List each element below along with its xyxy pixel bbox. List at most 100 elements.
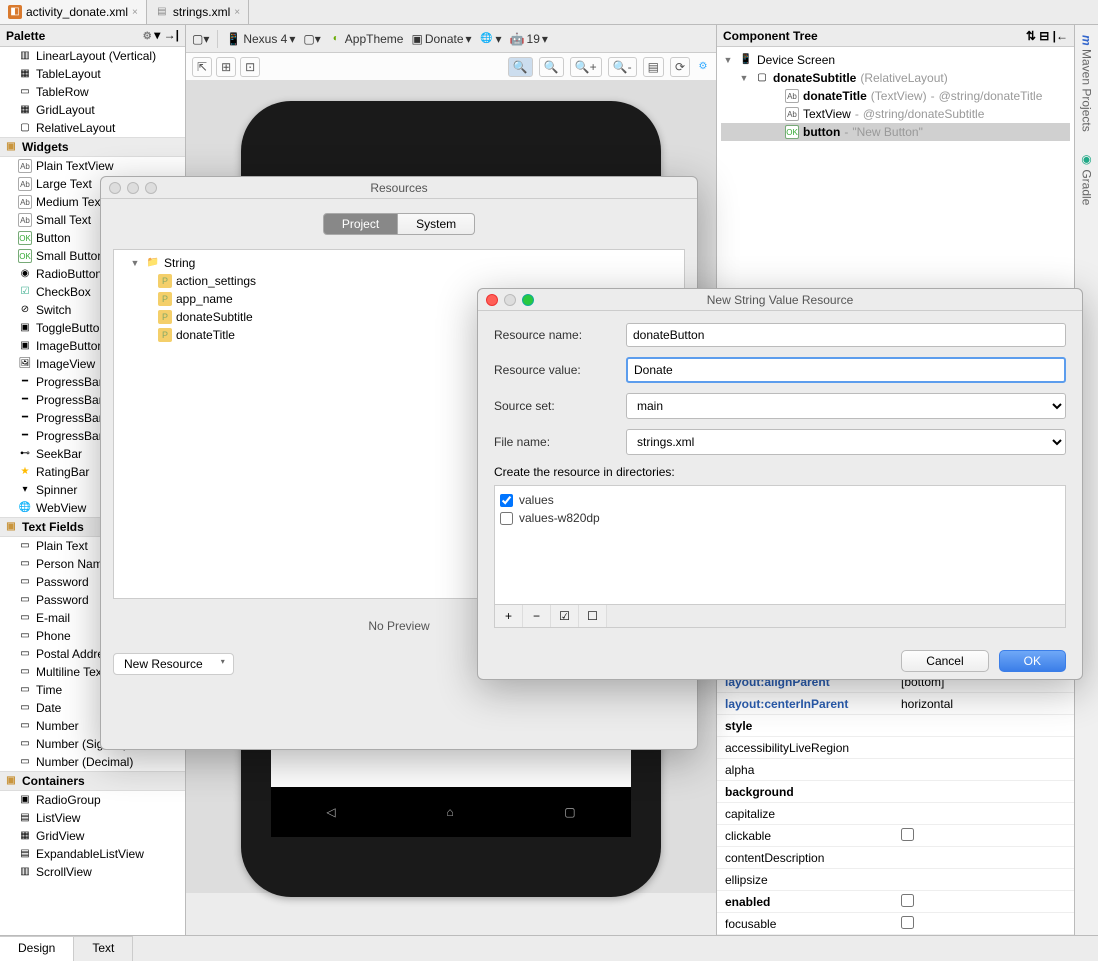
props-row[interactable]: layout:centerInParenthorizontal bbox=[717, 693, 1074, 715]
props-row[interactable]: alpha bbox=[717, 759, 1074, 781]
design-tab[interactable]: Design bbox=[0, 936, 74, 961]
remove-dir-button[interactable]: − bbox=[523, 605, 551, 627]
tool-btn[interactable]: ⇱ bbox=[192, 57, 212, 77]
resource-value-input[interactable] bbox=[626, 357, 1066, 383]
refresh-icon[interactable]: ⟳ bbox=[670, 57, 690, 77]
props-row[interactable]: accessibilityLiveRegion bbox=[717, 737, 1074, 759]
property-icon: P bbox=[158, 274, 172, 288]
palette-item[interactable]: ▥LinearLayout (Vertical) bbox=[0, 47, 185, 65]
palette-section-containers[interactable]: ▣Containers bbox=[0, 771, 185, 791]
values-w820dp-checkbox[interactable] bbox=[500, 512, 513, 525]
palette-item[interactable]: ▤ListView bbox=[0, 809, 185, 827]
palette-menu[interactable]: ⚙▾ →| bbox=[140, 28, 179, 44]
config-selector[interactable]: ▣Donate▾ bbox=[411, 32, 471, 46]
dialog-titlebar[interactable]: New String Value Resource bbox=[478, 289, 1082, 311]
input-icon: ▭ bbox=[18, 701, 32, 715]
ct-row[interactable]: AbdonateTitle (TextView) - @string/donat… bbox=[721, 87, 1070, 105]
palette-item[interactable]: ▭TableRow bbox=[0, 83, 185, 101]
ok-button[interactable]: OK bbox=[999, 650, 1066, 672]
input-icon: ▭ bbox=[18, 647, 32, 661]
locale-selector[interactable]: 🌐▾ bbox=[480, 32, 502, 46]
values-checkbox[interactable] bbox=[500, 494, 513, 507]
new-resource-dropdown[interactable]: New Resource bbox=[113, 653, 234, 675]
dialog-footer: Cancel OK bbox=[478, 640, 1082, 682]
tab-activity-donate[interactable]: ◧ activity_donate.xml × bbox=[0, 0, 147, 24]
input-icon: ▭ bbox=[18, 557, 32, 571]
theme-selector[interactable]: ◐AppTheme bbox=[329, 32, 404, 46]
progress-icon: ━ bbox=[18, 393, 32, 407]
palette-item[interactable]: ▦GridLayout bbox=[0, 101, 185, 119]
close-icon[interactable]: × bbox=[234, 7, 240, 18]
tool-btn[interactable]: ⊞ bbox=[216, 57, 236, 77]
tab-label: strings.xml bbox=[173, 5, 230, 19]
toggle-icon: ▣ bbox=[18, 321, 32, 335]
palette-item[interactable]: ▦GridView bbox=[0, 827, 185, 845]
tab-system[interactable]: System bbox=[398, 213, 475, 235]
clickable-checkbox[interactable] bbox=[901, 828, 914, 841]
props-row[interactable]: capitalize bbox=[717, 803, 1074, 825]
input-icon: ▭ bbox=[18, 611, 32, 625]
resource-name-input[interactable] bbox=[626, 323, 1066, 347]
api-selector[interactable]: 🤖19▾ bbox=[510, 32, 548, 46]
enabled-checkbox[interactable] bbox=[901, 894, 914, 907]
props-row[interactable]: enabled bbox=[717, 891, 1074, 913]
select-all-button[interactable]: ☑ bbox=[551, 605, 579, 627]
properties-table[interactable]: layout:alignParent[bottom] layout:center… bbox=[717, 670, 1074, 935]
designer-subtoolbar: ⇱ ⊞ ⊡ 🔍 🔍 🔍+ 🔍- ▤ ⟳ ⚙ bbox=[186, 53, 716, 81]
file-name-select[interactable]: strings.xml bbox=[626, 429, 1066, 455]
palette-item[interactable]: AbPlain TextView bbox=[0, 157, 185, 175]
close-icon[interactable]: × bbox=[132, 7, 138, 18]
zoom-out-icon[interactable]: 🔍- bbox=[608, 57, 637, 77]
focusable-checkbox[interactable] bbox=[901, 916, 914, 929]
chevron-down-icon: ▼ bbox=[721, 53, 735, 67]
progress-icon: ━ bbox=[18, 429, 32, 443]
container-icon: ▦ bbox=[18, 829, 32, 843]
home-icon: ⌂ bbox=[446, 805, 453, 819]
zoom-fit-icon[interactable]: 🔍 bbox=[508, 57, 533, 77]
ct-row[interactable]: AbTextView - @string/donateSubtitle bbox=[721, 105, 1070, 123]
palette-item[interactable]: ▭Number (Decimal) bbox=[0, 753, 185, 771]
input-icon: ▭ bbox=[18, 539, 32, 553]
tab-strings[interactable]: ▤ strings.xml × bbox=[147, 0, 249, 24]
device-selector[interactable]: 📱 Nexus 4▾ bbox=[226, 32, 295, 46]
folder-icon: ▣ bbox=[4, 140, 18, 154]
component-tree[interactable]: ▼📱Device Screen ▼▢donateSubtitle (Relati… bbox=[717, 47, 1074, 145]
palette-section-widgets[interactable]: ▣Widgets bbox=[0, 137, 185, 157]
orientation-selector[interactable]: ▢▾ bbox=[303, 32, 320, 46]
ct-row[interactable]: ▼▢donateSubtitle (RelativeLayout) bbox=[721, 69, 1070, 87]
props-row[interactable]: clickable bbox=[717, 825, 1074, 847]
toolbar-dropdown[interactable]: ▢▾ bbox=[192, 32, 209, 46]
palette-item[interactable]: ▢RelativeLayout bbox=[0, 119, 185, 137]
zoom-in-icon[interactable]: 🔍+ bbox=[570, 57, 602, 77]
tab-project[interactable]: Project bbox=[323, 213, 398, 235]
capture-icon[interactable]: ▤ bbox=[643, 57, 664, 77]
props-row[interactable]: ellipsize bbox=[717, 869, 1074, 891]
directories-list[interactable]: values values-w820dp bbox=[494, 485, 1066, 605]
props-row[interactable]: focusable bbox=[717, 913, 1074, 935]
ct-row-selected[interactable]: OKbutton - "New Button" bbox=[721, 123, 1070, 141]
ct-tools[interactable]: ⇅ ⊟ |← bbox=[1026, 29, 1068, 43]
source-set-select[interactable]: main bbox=[626, 393, 1066, 419]
gear-icon[interactable]: ⚙ bbox=[696, 60, 710, 74]
gradle-toolwindow[interactable]: ◉ Gradle bbox=[1080, 152, 1094, 205]
palette-item[interactable]: ▣RadioGroup bbox=[0, 791, 185, 809]
ct-row[interactable]: ▼📱Device Screen bbox=[721, 51, 1070, 69]
text-tab[interactable]: Text bbox=[74, 936, 133, 961]
palette-item[interactable]: ▤ExpandableListView bbox=[0, 845, 185, 863]
zoom-reset-icon[interactable]: 🔍 bbox=[539, 57, 564, 77]
palette-item[interactable]: ▥ScrollView bbox=[0, 863, 185, 881]
tool-btn[interactable]: ⊡ bbox=[240, 57, 260, 77]
maven-toolwindow[interactable]: m Maven Projects bbox=[1080, 35, 1094, 132]
cancel-button[interactable]: Cancel bbox=[901, 650, 988, 672]
text-icon: Ab bbox=[18, 213, 32, 227]
tree-folder[interactable]: ▼📁String bbox=[118, 254, 680, 272]
props-row[interactable]: style bbox=[717, 715, 1074, 737]
add-dir-button[interactable]: + bbox=[495, 605, 523, 627]
props-row[interactable]: contentDescription bbox=[717, 847, 1074, 869]
dir-values-w820dp[interactable]: values-w820dp bbox=[500, 509, 1060, 527]
deselect-all-button[interactable]: ☐ bbox=[579, 605, 607, 627]
props-row[interactable]: background bbox=[717, 781, 1074, 803]
palette-item[interactable]: ▦TableLayout bbox=[0, 65, 185, 83]
dialog-titlebar[interactable]: Resources bbox=[101, 177, 697, 199]
dir-values[interactable]: values bbox=[500, 491, 1060, 509]
